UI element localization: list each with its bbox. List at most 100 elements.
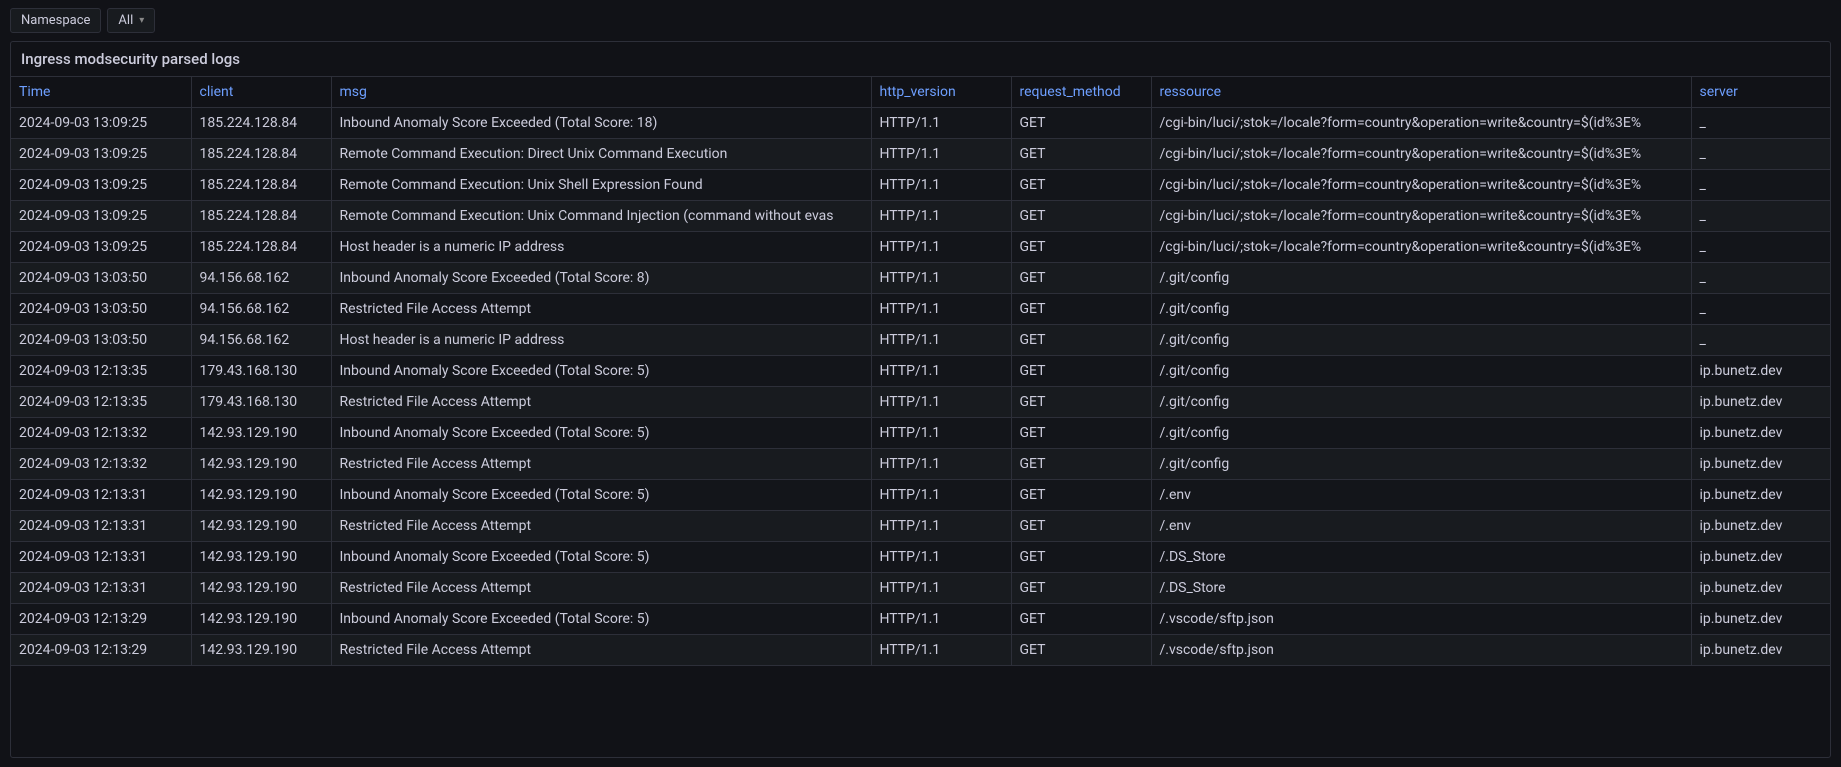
cell-server: _ xyxy=(1691,201,1830,232)
table-row[interactable]: 2024-09-03 13:09:25185.224.128.84Inbound… xyxy=(11,108,1830,139)
cell-ressource: /.env xyxy=(1151,480,1691,511)
cell-request_method: GET xyxy=(1011,201,1151,232)
cell-ressource: /.git/config xyxy=(1151,263,1691,294)
cell-http_version: HTTP/1.1 xyxy=(871,449,1011,480)
cell-server: ip.bunetz.dev xyxy=(1691,604,1830,635)
cell-msg: Remote Command Execution: Unix Command I… xyxy=(331,201,871,232)
table-row[interactable]: 2024-09-03 12:13:31142.93.129.190Restric… xyxy=(11,573,1830,604)
table-row[interactable]: 2024-09-03 13:03:5094.156.68.162Restrict… xyxy=(11,294,1830,325)
cell-server: _ xyxy=(1691,139,1830,170)
cell-time: 2024-09-03 12:13:31 xyxy=(11,573,191,604)
cell-client: 185.224.128.84 xyxy=(191,170,331,201)
cell-ressource: /.git/config xyxy=(1151,418,1691,449)
cell-time: 2024-09-03 12:13:29 xyxy=(11,604,191,635)
cell-ressource: /.git/config xyxy=(1151,356,1691,387)
cell-request_method: GET xyxy=(1011,356,1151,387)
col-header-msg[interactable]: msg xyxy=(331,77,871,108)
cell-client: 94.156.68.162 xyxy=(191,263,331,294)
table-row[interactable]: 2024-09-03 12:13:35179.43.168.130Inbound… xyxy=(11,356,1830,387)
cell-client: 185.224.128.84 xyxy=(191,201,331,232)
cell-server: ip.bunetz.dev xyxy=(1691,449,1830,480)
cell-request_method: GET xyxy=(1011,294,1151,325)
table-row[interactable]: 2024-09-03 13:09:25185.224.128.84Remote … xyxy=(11,170,1830,201)
cell-http_version: HTTP/1.1 xyxy=(871,480,1011,511)
cell-http_version: HTTP/1.1 xyxy=(871,635,1011,666)
cell-ressource: /.DS_Store xyxy=(1151,542,1691,573)
cell-msg: Inbound Anomaly Score Exceeded (Total Sc… xyxy=(331,604,871,635)
col-header-ressource[interactable]: ressource xyxy=(1151,77,1691,108)
table-row[interactable]: 2024-09-03 12:13:29142.93.129.190Restric… xyxy=(11,635,1830,666)
cell-http_version: HTTP/1.1 xyxy=(871,139,1011,170)
cell-request_method: GET xyxy=(1011,325,1151,356)
col-header-client[interactable]: client xyxy=(191,77,331,108)
cell-client: 94.156.68.162 xyxy=(191,325,331,356)
cell-client: 185.224.128.84 xyxy=(191,139,331,170)
cell-client: 142.93.129.190 xyxy=(191,449,331,480)
cell-msg: Restricted File Access Attempt xyxy=(331,511,871,542)
cell-time: 2024-09-03 13:03:50 xyxy=(11,325,191,356)
cell-client: 179.43.168.130 xyxy=(191,356,331,387)
cell-request_method: GET xyxy=(1011,511,1151,542)
table-row[interactable]: 2024-09-03 13:03:5094.156.68.162Host hea… xyxy=(11,325,1830,356)
cell-msg: Inbound Anomaly Score Exceeded (Total Sc… xyxy=(331,263,871,294)
cell-client: 142.93.129.190 xyxy=(191,511,331,542)
col-header-time[interactable]: Time xyxy=(11,77,191,108)
cell-ressource: /cgi-bin/luci/;stok=/locale?form=country… xyxy=(1151,201,1691,232)
cell-time: 2024-09-03 12:13:31 xyxy=(11,511,191,542)
cell-server: _ xyxy=(1691,263,1830,294)
cell-server: ip.bunetz.dev xyxy=(1691,635,1830,666)
cell-http_version: HTTP/1.1 xyxy=(871,604,1011,635)
cell-request_method: GET xyxy=(1011,604,1151,635)
cell-http_version: HTTP/1.1 xyxy=(871,170,1011,201)
namespace-filter-value: All xyxy=(118,13,133,28)
cell-msg: Restricted File Access Attempt xyxy=(331,573,871,604)
cell-ressource: /.vscode/sftp.json xyxy=(1151,635,1691,666)
col-header-http-version[interactable]: http_version xyxy=(871,77,1011,108)
cell-client: 142.93.129.190 xyxy=(191,480,331,511)
table-row[interactable]: 2024-09-03 12:13:35179.43.168.130Restric… xyxy=(11,387,1830,418)
table-row[interactable]: 2024-09-03 12:13:29142.93.129.190Inbound… xyxy=(11,604,1830,635)
table-row[interactable]: 2024-09-03 12:13:32142.93.129.190Inbound… xyxy=(11,418,1830,449)
cell-client: 185.224.128.84 xyxy=(191,108,331,139)
cell-http_version: HTTP/1.1 xyxy=(871,573,1011,604)
table-row[interactable]: 2024-09-03 13:03:5094.156.68.162Inbound … xyxy=(11,263,1830,294)
cell-server: _ xyxy=(1691,232,1830,263)
cell-msg: Remote Command Execution: Direct Unix Co… xyxy=(331,139,871,170)
cell-time: 2024-09-03 12:13:31 xyxy=(11,542,191,573)
cell-request_method: GET xyxy=(1011,139,1151,170)
cell-http_version: HTTP/1.1 xyxy=(871,325,1011,356)
table-row[interactable]: 2024-09-03 13:09:25185.224.128.84Host he… xyxy=(11,232,1830,263)
cell-time: 2024-09-03 12:13:32 xyxy=(11,449,191,480)
table-row[interactable]: 2024-09-03 12:13:31142.93.129.190Restric… xyxy=(11,511,1830,542)
cell-http_version: HTTP/1.1 xyxy=(871,511,1011,542)
cell-ressource: /cgi-bin/luci/;stok=/locale?form=country… xyxy=(1151,108,1691,139)
cell-client: 142.93.129.190 xyxy=(191,635,331,666)
cell-http_version: HTTP/1.1 xyxy=(871,263,1011,294)
cell-msg: Inbound Anomaly Score Exceeded (Total Sc… xyxy=(331,356,871,387)
cell-http_version: HTTP/1.1 xyxy=(871,387,1011,418)
table-row[interactable]: 2024-09-03 12:13:32142.93.129.190Restric… xyxy=(11,449,1830,480)
table-row[interactable]: 2024-09-03 12:13:31142.93.129.190Inbound… xyxy=(11,480,1830,511)
namespace-filter-dropdown[interactable]: All ▾ xyxy=(107,8,155,33)
table-row[interactable]: 2024-09-03 12:13:31142.93.129.190Inbound… xyxy=(11,542,1830,573)
cell-request_method: GET xyxy=(1011,635,1151,666)
namespace-label-text: Namespace xyxy=(21,13,90,28)
col-header-server[interactable]: server xyxy=(1691,77,1830,108)
cell-time: 2024-09-03 12:13:35 xyxy=(11,356,191,387)
cell-ressource: /.git/config xyxy=(1151,294,1691,325)
cell-client: 94.156.68.162 xyxy=(191,294,331,325)
table-row[interactable]: 2024-09-03 13:09:25185.224.128.84Remote … xyxy=(11,201,1830,232)
cell-request_method: GET xyxy=(1011,449,1151,480)
cell-http_version: HTTP/1.1 xyxy=(871,294,1011,325)
cell-msg: Inbound Anomaly Score Exceeded (Total Sc… xyxy=(331,542,871,573)
cell-request_method: GET xyxy=(1011,480,1151,511)
cell-ressource: /.vscode/sftp.json xyxy=(1151,604,1691,635)
col-header-request-method[interactable]: request_method xyxy=(1011,77,1151,108)
cell-server: _ xyxy=(1691,325,1830,356)
cell-server: _ xyxy=(1691,170,1830,201)
cell-request_method: GET xyxy=(1011,418,1151,449)
namespace-variable-label[interactable]: Namespace xyxy=(10,8,101,33)
cell-time: 2024-09-03 13:03:50 xyxy=(11,294,191,325)
cell-server: ip.bunetz.dev xyxy=(1691,387,1830,418)
table-row[interactable]: 2024-09-03 13:09:25185.224.128.84Remote … xyxy=(11,139,1830,170)
